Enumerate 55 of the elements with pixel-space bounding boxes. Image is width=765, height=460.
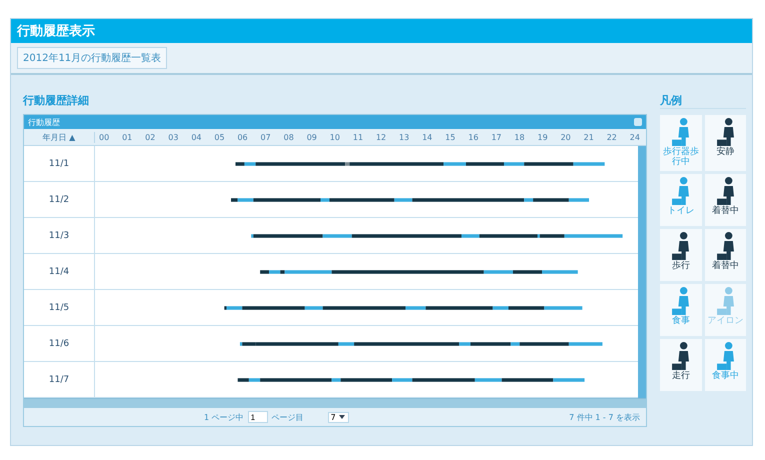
hour-label: 13 <box>399 132 410 142</box>
legend-label: 着替中 <box>712 262 739 272</box>
page-label: ページ目 <box>272 412 304 422</box>
column-header[interactable]: 年月日 ▲ <box>24 132 95 142</box>
date-cell: 11/2 <box>24 182 95 217</box>
grid-title: 行動履歴 <box>28 116 60 128</box>
legend-label: 歩行 <box>672 262 690 272</box>
legend-label: 食事中 <box>712 372 739 382</box>
hour-label: 05 <box>214 132 225 142</box>
date-cell: 11/1 <box>24 146 95 181</box>
date-cell: 11/7 <box>24 362 95 397</box>
caret-icon <box>338 413 346 421</box>
date-cell: 11/5 <box>24 290 95 325</box>
section-title: 行動履歴詳細 <box>23 93 90 108</box>
legend-label: トイレ <box>667 206 694 217</box>
hour-label: 22 <box>606 132 617 142</box>
vertical-scrollbar[interactable] <box>638 146 646 398</box>
hour-label: 06 <box>237 132 248 142</box>
record-summary: 7 件中 1 - 7 を表示 <box>569 412 640 422</box>
page-size-select[interactable]: 7 <box>328 412 349 422</box>
legend-label: 食事 <box>672 316 690 327</box>
window-title: 行動履歴表示 <box>17 23 95 40</box>
hour-label: 20 <box>560 132 571 142</box>
hour-label: 01 <box>122 132 132 142</box>
hour-label: 14 <box>422 132 432 142</box>
legend-label: 安静 <box>716 148 734 158</box>
hour-label: 16 <box>468 132 478 142</box>
hour-label: 07 <box>260 132 271 142</box>
page-input[interactable]: 1 <box>248 411 268 423</box>
hour-label: 11 <box>352 132 364 142</box>
hour-label: 21 <box>584 132 594 142</box>
hour-label: 04 <box>191 132 202 142</box>
legend-label: 走行 <box>672 372 690 382</box>
legend-title: 凡例 <box>660 93 746 109</box>
hour-label: 15 <box>445 132 456 142</box>
hour-label: 10 <box>330 132 340 142</box>
page-count-label: 1 ページ中 <box>204 412 244 422</box>
collapse-button[interactable] <box>634 118 642 126</box>
date-cell: 11/3 <box>24 218 95 253</box>
legend-label: 歩行器歩行中 <box>662 148 700 168</box>
date-cell: 11/6 <box>24 326 95 361</box>
hour-label: 19 <box>537 132 548 142</box>
legend-label: アイロン <box>707 316 744 327</box>
horizontal-scrollbar[interactable] <box>24 398 646 408</box>
hour-label: 00 <box>99 132 110 142</box>
hour-label: 12 <box>376 132 386 142</box>
hour-label: 18 <box>514 132 525 142</box>
hour-label: 08 <box>284 132 294 142</box>
hour-label: 17 <box>491 132 502 142</box>
hour-label: 02 <box>145 132 156 142</box>
hour-label: 03 <box>168 132 178 142</box>
legend-label: 着替中 <box>712 206 739 217</box>
hour-label: 09 <box>306 132 317 142</box>
date-cell: 11/4 <box>24 254 95 289</box>
hour-label: 24 <box>630 132 640 142</box>
